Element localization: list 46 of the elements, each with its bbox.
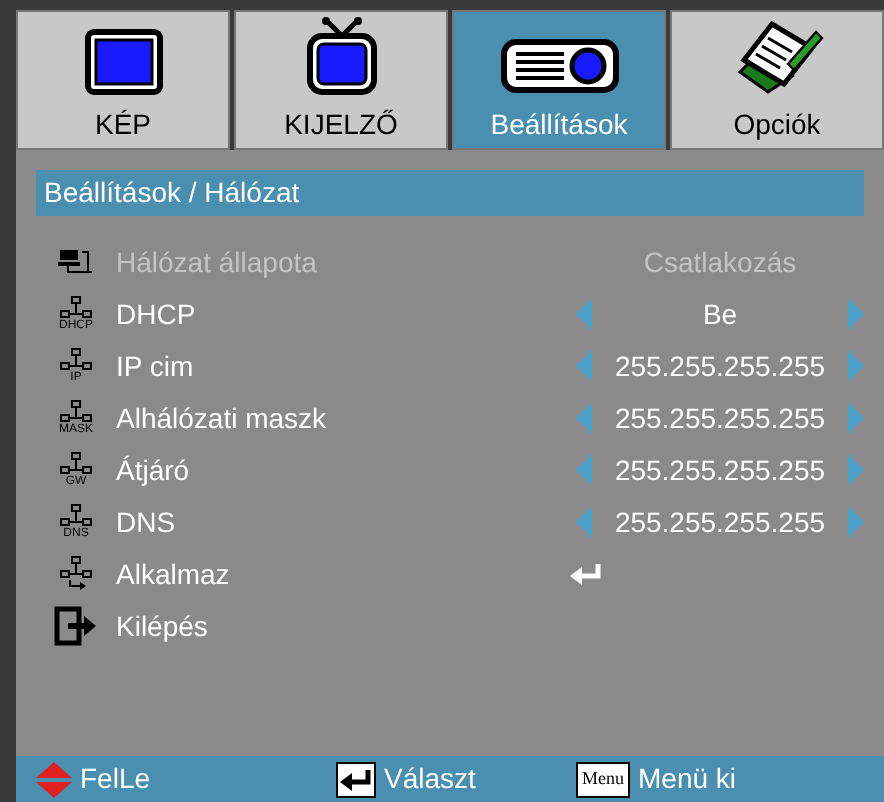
setting-value: 255.255.255.255 (612, 399, 828, 437)
network-apply-icon (60, 556, 92, 592)
menu-tab[interactable]: KIJELZŐ (234, 10, 448, 150)
right-arrow-icon[interactable] (848, 506, 864, 538)
setting-value: 255.255.255.255 (612, 503, 828, 541)
setting-label[interactable]: Kilépés (116, 605, 208, 647)
footer-hint: FelLe (80, 760, 151, 798)
network-icon (60, 451, 92, 475)
network-icon (60, 399, 92, 423)
setting-value: 255.255.255.255 (612, 347, 828, 385)
setting-value: 255.255.255.255 (612, 451, 828, 489)
network-icon (60, 295, 92, 319)
network-status-icon (58, 248, 94, 276)
setting-label[interactable]: IP cim (116, 345, 194, 387)
enter-icon (338, 767, 374, 791)
left-arrow-icon[interactable] (576, 350, 592, 382)
right-arrow-icon[interactable] (848, 402, 864, 434)
up-down-arrows-icon (36, 761, 72, 797)
menu-tab[interactable]: KÉP (16, 10, 230, 150)
menu-tab[interactable]: Opciók (670, 10, 884, 150)
monitor-icon (83, 28, 163, 96)
setting-label[interactable]: Átjáró (116, 449, 190, 491)
network-icon (60, 347, 92, 371)
setting-value: Csatlakozás (641, 243, 799, 281)
projector-icon (499, 36, 619, 96)
setting-label[interactable]: Alhálózati maszk (116, 397, 327, 439)
left-arrow-icon[interactable] (576, 298, 592, 330)
footer-hint: Választ (384, 760, 476, 798)
footer-hint: Menü ki (638, 760, 737, 798)
menu-key: Menu (576, 761, 630, 797)
network-icon (60, 503, 92, 527)
setting-value: Be (700, 295, 740, 333)
left-arrow-icon[interactable] (576, 454, 592, 486)
tv-icon (301, 16, 381, 96)
right-arrow-icon[interactable] (848, 350, 864, 382)
setting-label[interactable]: DNS (116, 501, 176, 543)
enter-icon (568, 562, 604, 586)
breadcrumb-bar: Beállítások / Hálózat (36, 170, 864, 216)
left-arrow-icon[interactable] (576, 402, 592, 434)
setting-label[interactable]: Alkalmaz (116, 553, 230, 595)
setting-label[interactable]: DHCP (116, 293, 196, 335)
right-arrow-icon[interactable] (848, 454, 864, 486)
exit-icon (54, 606, 98, 646)
left-arrow-icon[interactable] (576, 506, 592, 538)
right-arrow-icon[interactable] (848, 298, 864, 330)
menu-tab[interactable]: Beállítások (452, 10, 666, 150)
